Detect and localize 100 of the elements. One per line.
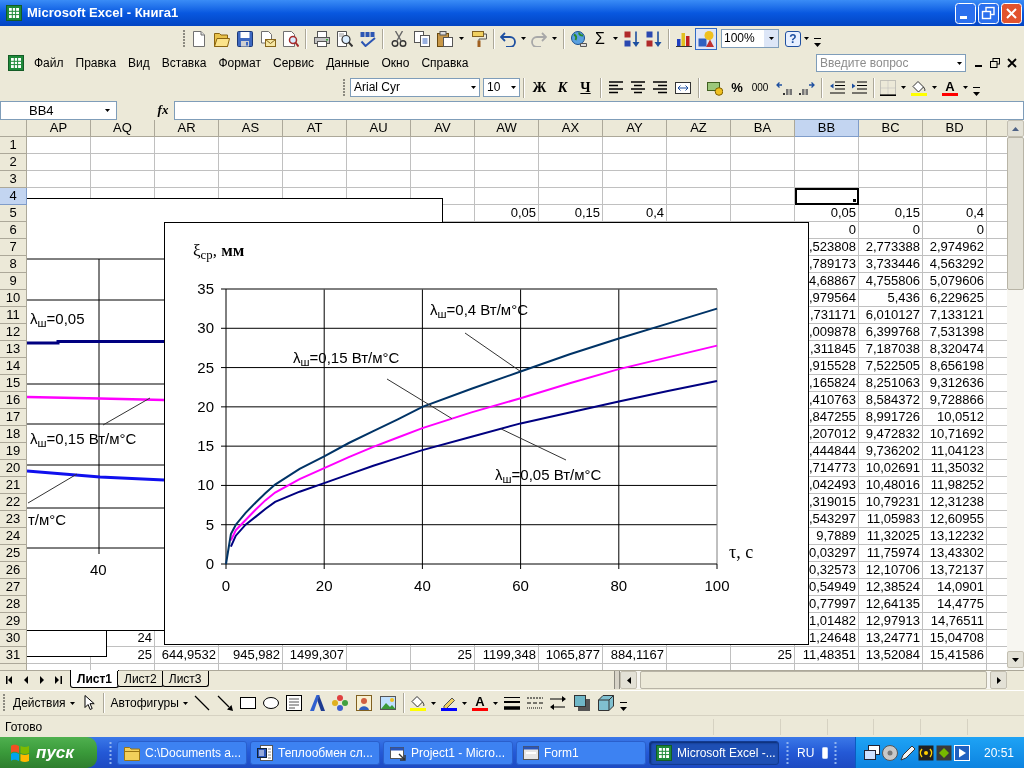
scroll-down-button[interactable]	[1007, 651, 1024, 668]
radio-waves-icon[interactable]	[917, 744, 934, 761]
help-button[interactable]: ?	[785, 30, 801, 47]
row-header[interactable]: 25	[0, 545, 27, 562]
align-center-icon[interactable]	[630, 79, 646, 96]
document-envelope-icon[interactable]	[259, 30, 276, 47]
last-sheet-icon[interactable]	[54, 676, 62, 684]
vertical-scrollbar[interactable]	[1007, 120, 1024, 670]
sheet-tab[interactable]: Лист3	[161, 671, 209, 687]
row-header[interactable]: 11	[0, 307, 27, 324]
font-dropdown[interactable]: Arial Cyr	[350, 78, 480, 97]
caret-icon[interactable]	[613, 37, 618, 40]
drawing-toggle-button[interactable]	[695, 27, 717, 50]
autoshapes-menu-button[interactable]: Автофигуры	[107, 693, 191, 713]
open-folder-icon[interactable]	[213, 30, 230, 47]
bold-button[interactable]: Ж	[528, 76, 551, 99]
row-header[interactable]: 12	[0, 324, 27, 341]
row-header[interactable]: 22	[0, 494, 27, 511]
sheet-tab[interactable]: Лист1	[70, 670, 120, 688]
column-header[interactable]: AV	[411, 120, 475, 137]
double-arrow-box-icon[interactable]	[675, 79, 691, 96]
caret-icon[interactable]	[459, 37, 464, 40]
row-header[interactable]: 10	[0, 290, 27, 307]
arrow-icon[interactable]	[217, 695, 234, 711]
start-button[interactable]: пуск	[0, 737, 97, 768]
diamond-icon[interactable]	[935, 744, 952, 761]
checkmark-icon[interactable]	[359, 30, 376, 47]
caret-icon[interactable]	[901, 86, 906, 89]
disc-icon[interactable]	[881, 744, 898, 761]
scroll-up-button[interactable]	[1007, 120, 1024, 137]
toolbar-options-icon[interactable]	[619, 702, 627, 712]
save-icon[interactable]	[236, 30, 253, 47]
insert-function-button[interactable]: fx	[155, 101, 171, 119]
new-document-icon[interactable]	[191, 30, 207, 47]
language-indicator[interactable]: RU	[797, 743, 815, 762]
close-icon[interactable]	[1007, 58, 1017, 68]
spreadsheet-icon[interactable]	[8, 55, 24, 71]
row-header[interactable]: 6	[0, 222, 27, 239]
fill-handle[interactable]	[852, 198, 857, 203]
caret-icon[interactable]	[804, 37, 809, 40]
play-icon[interactable]	[953, 744, 970, 761]
column-header[interactable]: AY	[603, 120, 667, 137]
toolbar-options-icon[interactable]	[973, 87, 980, 97]
paint-roller-icon[interactable]	[470, 30, 487, 47]
wedge-icon[interactable]	[309, 695, 326, 711]
tab-split-handle[interactable]	[614, 671, 620, 689]
active-cell[interactable]	[795, 188, 859, 205]
caret-icon[interactable]	[492, 701, 498, 705]
scroll-right-button[interactable]	[990, 671, 1007, 689]
row-header[interactable]: 27	[0, 579, 27, 596]
menu-item[interactable]: Данные	[320, 53, 376, 73]
previous-sheet-icon[interactable]	[22, 676, 30, 684]
framed-figure-icon[interactable]	[355, 695, 372, 711]
taskbar-button[interactable]: Microsoft Excel -...	[649, 740, 779, 765]
text-box-icon[interactable]	[286, 695, 303, 711]
menu-item[interactable]: Правка	[69, 53, 123, 73]
restore-icon[interactable]	[990, 58, 1000, 68]
font-color-button[interactable]: A	[469, 692, 490, 714]
taskbar-button[interactable]: Project1 - Micro...	[383, 740, 513, 765]
arrow-style-icon[interactable]	[550, 695, 567, 711]
sheet-tab[interactable]: Лист2	[117, 671, 164, 687]
row-header[interactable]: 5	[0, 205, 27, 222]
row-header[interactable]: 23	[0, 511, 27, 528]
line-style-icon[interactable]	[504, 695, 521, 711]
row-header[interactable]: 30	[0, 630, 27, 647]
overlapping-windows-icon[interactable]	[863, 744, 880, 761]
first-sheet-icon[interactable]	[6, 676, 14, 684]
align-right-icon[interactable]	[652, 79, 668, 96]
globe-icon[interactable]	[571, 30, 587, 47]
name-box[interactable]: BB4	[0, 100, 117, 120]
row-header[interactable]: 7	[0, 239, 27, 256]
cube-icon[interactable]	[597, 695, 614, 711]
row-header[interactable]: 26	[0, 562, 27, 579]
menu-item[interactable]: Вставка	[155, 53, 213, 73]
row-header[interactable]: 18	[0, 426, 27, 443]
zoom-dropdown[interactable]: 100%	[721, 29, 779, 48]
increase-indent-icon[interactable]	[851, 79, 867, 96]
menu-item[interactable]: Сервис	[267, 53, 321, 73]
caret-icon[interactable]	[552, 37, 557, 40]
row-header[interactable]: 19	[0, 443, 27, 460]
caret-icon[interactable]	[963, 86, 968, 89]
column-header[interactable]: AQ	[91, 120, 155, 137]
bar-chart-icon[interactable]	[676, 30, 692, 47]
column-header[interactable]: BC	[859, 120, 923, 137]
column-header[interactable]: AR	[155, 120, 219, 137]
grip-handle[interactable]	[343, 78, 346, 97]
row-header[interactable]: 14	[0, 358, 27, 375]
taskbar-button[interactable]: Теплообмен сл...	[250, 740, 380, 765]
column-header[interactable]: AS	[219, 120, 283, 137]
grip-handle[interactable]	[786, 741, 789, 764]
font-size-dropdown[interactable]: 10	[483, 78, 520, 97]
menu-item[interactable]: Вид	[122, 53, 156, 73]
grip-handle[interactable]	[834, 741, 838, 764]
grip-handle[interactable]	[3, 694, 6, 712]
align-left-icon[interactable]	[608, 79, 624, 96]
document-magnifier-icon[interactable]	[282, 30, 299, 47]
column-header[interactable]: AT	[283, 120, 347, 137]
row-header[interactable]: 28	[0, 596, 27, 613]
column-header[interactable]: AP	[27, 120, 91, 137]
taskbar-button[interactable]: C:\Documents a...	[117, 740, 247, 765]
